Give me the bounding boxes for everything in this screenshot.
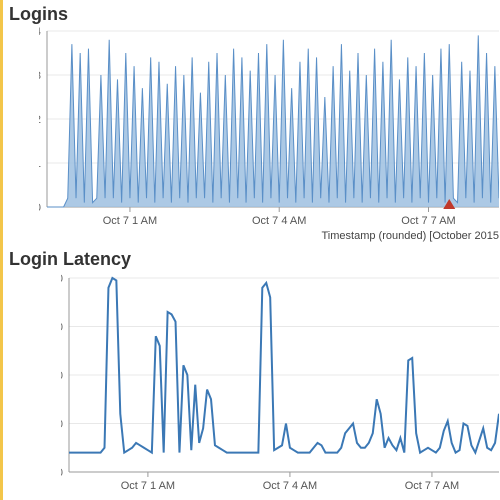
logins-panel: Logins 0 1 2 3 4 Oct 7 1 AM Oct 7 4 AM Oct 7 7 …: [0, 0, 500, 245]
latency-title: Login Latency: [3, 245, 500, 272]
svg-text:0: 0: [39, 202, 41, 214]
latency-chart-svg: 0 100 200 300 400 Oct 7 1 AM Oct 7 4 AM Oct 7 7…: [61, 272, 499, 494]
svg-text:4: 4: [39, 27, 41, 38]
svg-text:Oct 7 4 AM: Oct 7 4 AM: [263, 480, 317, 492]
svg-text:Oct 7 7 AM: Oct 7 7 AM: [405, 480, 459, 492]
svg-text:1: 1: [39, 158, 41, 170]
svg-text:Timestamp (rounded) [October 2: Timestamp (rounded) [October 2015: [321, 230, 499, 242]
logins-chart-area: 0 1 2 3 4 Oct 7 1 AM Oct 7 4 AM Oct 7 7 AM Times…: [39, 27, 496, 245]
svg-text:0: 0: [61, 467, 63, 479]
logins-title: Logins: [3, 0, 500, 27]
logins-chart-svg: 0 1 2 3 4 Oct 7 1 AM Oct 7 4 AM Oct 7 7 AM Times…: [39, 27, 499, 245]
svg-text:2: 2: [39, 114, 41, 126]
svg-text:400: 400: [61, 273, 63, 285]
svg-text:3: 3: [39, 70, 41, 82]
latency-panel: Login Latency 0 100 200 300 400 Oct 7 1 AM Oct…: [0, 245, 500, 500]
svg-text:Oct 7 7 AM: Oct 7 7 AM: [401, 215, 455, 227]
svg-text:100: 100: [61, 419, 63, 431]
svg-text:300: 300: [61, 322, 63, 334]
svg-text:200: 200: [61, 370, 63, 382]
svg-text:Oct 7 1 AM: Oct 7 1 AM: [103, 215, 157, 227]
svg-text:Oct 7 4 AM: Oct 7 4 AM: [252, 215, 306, 227]
svg-text:Oct 7 1 AM: Oct 7 1 AM: [121, 480, 175, 492]
latency-chart-area: 0 100 200 300 400 Oct 7 1 AM Oct 7 4 AM Oct 7 7…: [61, 272, 496, 494]
